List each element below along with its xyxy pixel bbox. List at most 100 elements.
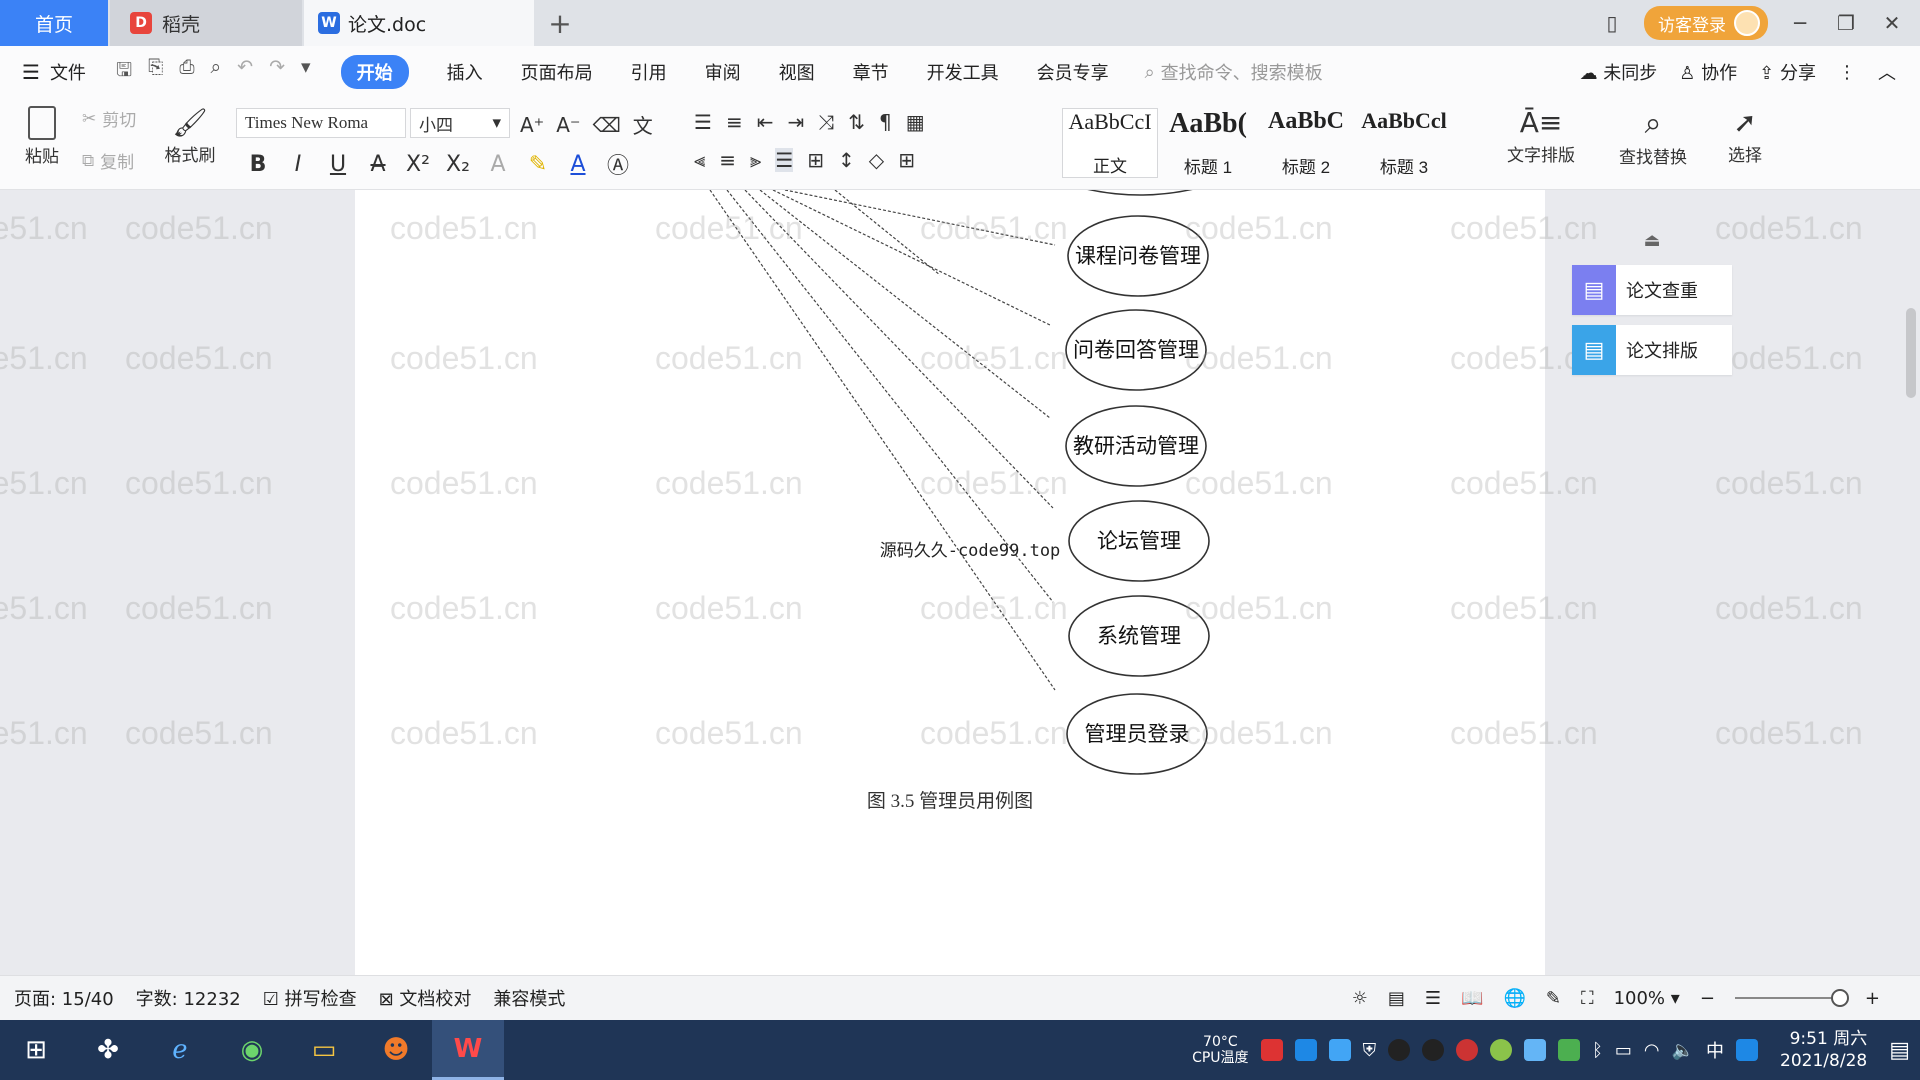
page-indicator[interactable]: 页面: 15/40 (14, 985, 114, 1011)
bullet-list-icon[interactable]: ☰ (694, 110, 712, 134)
tab-view[interactable]: 视图 (779, 59, 815, 85)
zoom-in-button[interactable]: + (1865, 988, 1880, 1009)
bold-icon[interactable]: B (244, 152, 272, 177)
phonetic-icon[interactable]: 文 (633, 110, 653, 139)
table-grid-icon[interactable]: ▦ (906, 110, 925, 134)
underline-icon[interactable]: U (324, 152, 352, 177)
eye-protect-icon[interactable]: ☼ (1352, 988, 1368, 1009)
shading-icon[interactable]: ◇ (869, 148, 884, 172)
restore-icon[interactable]: ❐ (1832, 11, 1860, 35)
qq-icon[interactable] (1422, 1039, 1445, 1061)
sort-icon[interactable]: ⇅ (848, 110, 865, 134)
system-clock[interactable]: 9:51 周六 2021/8/28 (1780, 1028, 1867, 1072)
find-replace-button[interactable]: ⌕ 查找替换 (1608, 106, 1698, 168)
style-heading-2[interactable]: AaBbC 标题 2 (1258, 108, 1354, 178)
zoom-out-button[interactable]: − (1700, 988, 1715, 1009)
tab-developer[interactable]: 开发工具 (927, 59, 999, 85)
vertical-scrollbar[interactable] (1900, 190, 1920, 975)
ie-browser-icon[interactable]: ℯ (144, 1020, 216, 1080)
tray-app-icon[interactable] (1328, 1039, 1351, 1061)
font-color-icon[interactable]: A (564, 152, 592, 177)
numbered-list-icon[interactable]: ≡ (726, 110, 743, 134)
green-browser-icon[interactable]: ◉ (216, 1020, 288, 1080)
tray-app-icon[interactable] (1456, 1039, 1479, 1061)
tab-document[interactable]: W 论文.doc (304, 0, 534, 46)
notification-icon[interactable]: ▤ (1889, 1038, 1910, 1063)
print-preview-icon[interactable]: ⌕ (211, 56, 222, 88)
fit-page-icon[interactable]: ⛶ (1581, 988, 1594, 1009)
windows-start-icon[interactable]: ⊞ (0, 1020, 72, 1080)
tab-references[interactable]: 引用 (631, 59, 667, 85)
more-icon[interactable]: ⋮ (1838, 62, 1856, 83)
paper-check-button[interactable]: ▤ 论文查重 (1572, 265, 1732, 315)
distribute-icon[interactable]: ⊞ (807, 148, 824, 172)
indent-icon[interactable]: ⇥ (787, 110, 804, 134)
sync-button[interactable]: ☁ 未同步 (1580, 59, 1658, 85)
spell-check-button[interactable]: ☑ 拼写检查 (263, 985, 357, 1011)
layout-toggle-icon[interactable]: ▯ (1598, 11, 1626, 35)
collab-button[interactable]: ♙ 协作 (1679, 59, 1737, 85)
edit-icon[interactable]: ✎ (1546, 988, 1561, 1009)
superscript-icon[interactable]: X² (404, 152, 432, 177)
strikethrough-icon[interactable]: A (364, 152, 392, 177)
tray-app-icon[interactable] (1260, 1039, 1283, 1061)
outline-view-icon[interactable]: ☰ (1425, 988, 1441, 1009)
tab-member[interactable]: 会员专享 (1037, 59, 1109, 85)
panel-collapse-icon[interactable]: ⏏ (1572, 230, 1732, 251)
wifi-icon[interactable]: ◠ (1644, 1040, 1660, 1061)
cpu-temperature[interactable]: 70°C CPU温度 (1192, 1034, 1248, 1066)
document-page[interactable]: 课程问卷管理 问卷回答管理 教研活动管理 论坛管理 系统管理 管理员登录 源码久… (355, 190, 1545, 975)
scroll-thumb[interactable] (1906, 308, 1916, 398)
highlight-icon[interactable]: ✎ (524, 152, 552, 177)
style-heading-3[interactable]: AaBbCcl 标题 3 (1356, 108, 1452, 178)
chevron-down-icon[interactable]: ▾ (301, 56, 311, 88)
file-explorer-icon[interactable]: ▭ (288, 1020, 360, 1080)
save-icon[interactable]: 🖫 (116, 56, 132, 88)
text-direction-icon[interactable]: ⤨ (818, 110, 834, 134)
font-family-select[interactable]: Times New Roma (236, 108, 406, 138)
align-center-icon[interactable]: ≡ (719, 148, 736, 172)
text-effect-icon[interactable]: A (484, 152, 512, 177)
redo-icon[interactable]: ↷ (269, 56, 285, 88)
zoom-slider[interactable] (1734, 989, 1849, 1007)
clear-format-icon[interactable]: ⌫ (593, 113, 621, 137)
zoom-slider-knob[interactable] (1830, 989, 1849, 1007)
battery-icon[interactable]: ▭ (1615, 1040, 1632, 1061)
paste-button[interactable]: 粘贴 (14, 106, 70, 167)
file-menu[interactable]: ☰ 文件 (22, 59, 86, 85)
format-painter-button[interactable]: 🖌 格式刷 (160, 106, 220, 166)
align-left-icon[interactable]: ⫷ (694, 148, 705, 172)
web-view-icon[interactable]: 🌐 (1503, 988, 1525, 1009)
close-icon[interactable]: ✕ (1878, 11, 1906, 35)
tab-home[interactable]: 首页 (0, 0, 108, 46)
command-search-input[interactable]: ⌕ 查找命令、搜索模板 (1145, 59, 1323, 85)
shrink-font-icon[interactable]: A⁻ (556, 113, 580, 137)
shield-icon[interactable]: ⛨ (1363, 1040, 1377, 1061)
minimize-icon[interactable]: ─ (1786, 11, 1814, 35)
cut-button[interactable]: ✂ 剪切 (82, 106, 136, 132)
tray-app-icon[interactable] (1490, 1039, 1513, 1061)
guest-login-button[interactable]: 访客登录 (1644, 6, 1768, 40)
subscript-icon[interactable]: X₂ (444, 152, 472, 177)
read-view-icon[interactable]: 📖 (1461, 988, 1483, 1009)
text-layout-button[interactable]: Ā≡ 文字排版 (1496, 106, 1586, 166)
new-tab-button[interactable]: + (540, 0, 580, 46)
tab-daoke[interactable]: D 稻壳 (110, 0, 302, 46)
tab-insert[interactable]: 插入 (447, 59, 483, 85)
bluetooth-icon[interactable]: ᛒ (1592, 1040, 1603, 1061)
undo-icon[interactable]: ↶ (237, 56, 253, 88)
copy-button[interactable]: ⧉ 复制 (82, 148, 134, 174)
font-size-select[interactable]: 小四 ▾ (410, 108, 510, 138)
page-view-icon[interactable]: ▤ (1388, 988, 1405, 1009)
zoom-level[interactable]: 100% ▾ (1614, 988, 1680, 1009)
style-normal[interactable]: AaBbCcI 正文 (1062, 108, 1158, 178)
collapse-ribbon-icon[interactable]: ︿ (1878, 59, 1896, 85)
char-border-icon[interactable]: Ⓐ (604, 148, 632, 180)
search-app-icon[interactable] (1736, 1039, 1759, 1061)
line-spacing-icon[interactable]: ↕ (838, 148, 855, 172)
tray-app-icon[interactable] (1524, 1039, 1547, 1061)
tray-app-icon[interactable] (1294, 1039, 1317, 1061)
show-marks-icon[interactable]: ¶ (879, 110, 892, 134)
wps-office-icon[interactable]: W (432, 1020, 504, 1080)
italic-icon[interactable]: I (284, 152, 312, 177)
